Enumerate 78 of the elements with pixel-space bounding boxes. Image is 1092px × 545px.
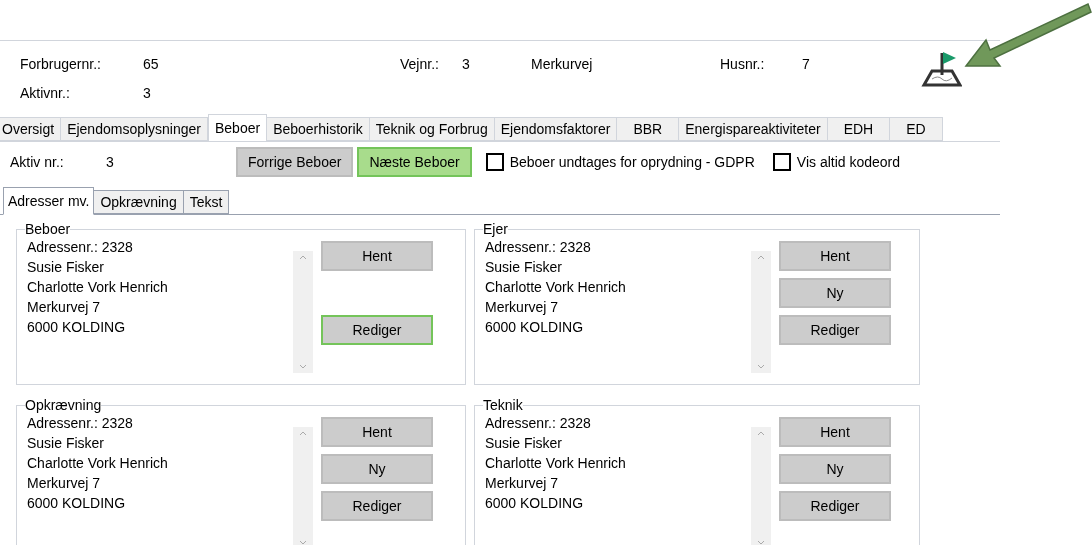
tab[interactable]: Tekst (183, 190, 230, 214)
group-button[interactable]: Hent (321, 417, 433, 447)
scroll-down-icon[interactable] (757, 540, 765, 545)
address-line: Merkurvej 7 (27, 298, 102, 317)
group-button[interactable]: Hent (779, 417, 891, 447)
field-value: 3 (106, 152, 115, 172)
address-line: Merkurvej 7 (485, 298, 560, 317)
checkbox-label: Beboer undtages for oprydning - GDPR (509, 152, 755, 172)
tab[interactable]: EDH (827, 117, 891, 141)
flag-map-icon[interactable] (920, 49, 962, 87)
address-line: Merkurvej 7 (485, 474, 560, 493)
group-button[interactable]: Ny (321, 454, 433, 484)
scroll-down-icon[interactable] (299, 364, 307, 369)
tab[interactable]: ED (890, 117, 943, 141)
group-button[interactable]: Rediger (321, 491, 433, 521)
nav-button[interactable]: Forrige Beboer (236, 147, 354, 177)
address-line: 6000 KOLDING (27, 494, 127, 513)
field-label: Forbrugernr.: (20, 55, 101, 74)
address-line: Adressenr.: 2328 (27, 238, 134, 257)
address-line: Merkurvej 7 (27, 474, 102, 493)
field-label: Aktiv nr.: (10, 152, 65, 172)
address-line: 6000 KOLDING (27, 318, 127, 337)
tab[interactable]: Ejendomsfaktorer (494, 117, 618, 141)
field-value: 7 (802, 55, 810, 74)
tab[interactable]: Beboerhistorik (267, 117, 370, 141)
address-line: Adressenr.: 2328 (27, 414, 134, 433)
tab[interactable]: Oversigt (0, 117, 62, 141)
address-line: 6000 KOLDING (485, 318, 585, 337)
tab[interactable]: BBR (617, 117, 680, 141)
group-title: Beboer (25, 221, 71, 237)
tab[interactable]: Ejendomsoplysninger (61, 117, 208, 141)
group-title: Teknik (483, 397, 523, 413)
field-value: 3 (143, 84, 151, 103)
scroll-up-icon[interactable] (757, 255, 765, 260)
group-button[interactable]: Ny (779, 454, 891, 484)
checkbox[interactable] (772, 153, 791, 171)
address-line: Charlotte Vork Henrich (27, 454, 169, 473)
tab[interactable]: Energispareaktiviteter (679, 117, 828, 141)
tab[interactable]: Adresser mv. (3, 187, 95, 215)
scroll-up-icon[interactable] (299, 431, 307, 436)
field-label: Husnr.: (720, 55, 765, 74)
address-line: Susie Fisker (485, 258, 564, 277)
field-label: Vejnr.: (400, 55, 439, 74)
address-line: Charlotte Vork Henrich (27, 278, 169, 297)
scroll-down-icon[interactable] (757, 364, 765, 369)
group-title: Ejer (483, 221, 508, 237)
street-name: Merkurvej (531, 55, 593, 74)
group-button[interactable]: Ny (779, 278, 891, 308)
nav-button[interactable]: Næste Beboer (357, 147, 472, 177)
group-button[interactable]: Hent (321, 241, 433, 271)
scrollbar[interactable] (751, 251, 771, 373)
field-value: 65 (143, 55, 159, 74)
group-title: Opkrævning (25, 397, 102, 413)
address-line: Charlotte Vork Henrich (485, 454, 627, 473)
address-line: Susie Fisker (27, 258, 106, 277)
scroll-up-icon[interactable] (757, 431, 765, 436)
tab[interactable]: Opkrævning (94, 190, 184, 214)
group-button[interactable]: Rediger (321, 315, 433, 345)
address-line: Adressenr.: 2328 (485, 414, 592, 433)
address-line: Susie Fisker (485, 434, 564, 453)
field-label: Aktivnr.: (20, 84, 70, 103)
address-line: Susie Fisker (27, 434, 106, 453)
checkbox[interactable] (485, 153, 504, 171)
scroll-up-icon[interactable] (299, 255, 307, 260)
tab[interactable]: Teknik og Forbrug (369, 117, 495, 141)
scrollbar[interactable] (293, 251, 313, 373)
group-button[interactable]: Rediger (779, 491, 891, 521)
scrollbar[interactable] (293, 427, 313, 545)
address-line: Adressenr.: 2328 (485, 238, 592, 257)
address-line: 6000 KOLDING (485, 494, 585, 513)
group-button[interactable]: Rediger (779, 315, 891, 345)
group-button[interactable]: Hent (779, 241, 891, 271)
tab[interactable]: Beboer (208, 114, 268, 141)
checkbox-label: Vis altid kodeord (796, 152, 901, 172)
field-value: 3 (462, 55, 470, 74)
scroll-down-icon[interactable] (299, 540, 307, 545)
address-line: Charlotte Vork Henrich (485, 278, 627, 297)
scrollbar[interactable] (751, 427, 771, 545)
